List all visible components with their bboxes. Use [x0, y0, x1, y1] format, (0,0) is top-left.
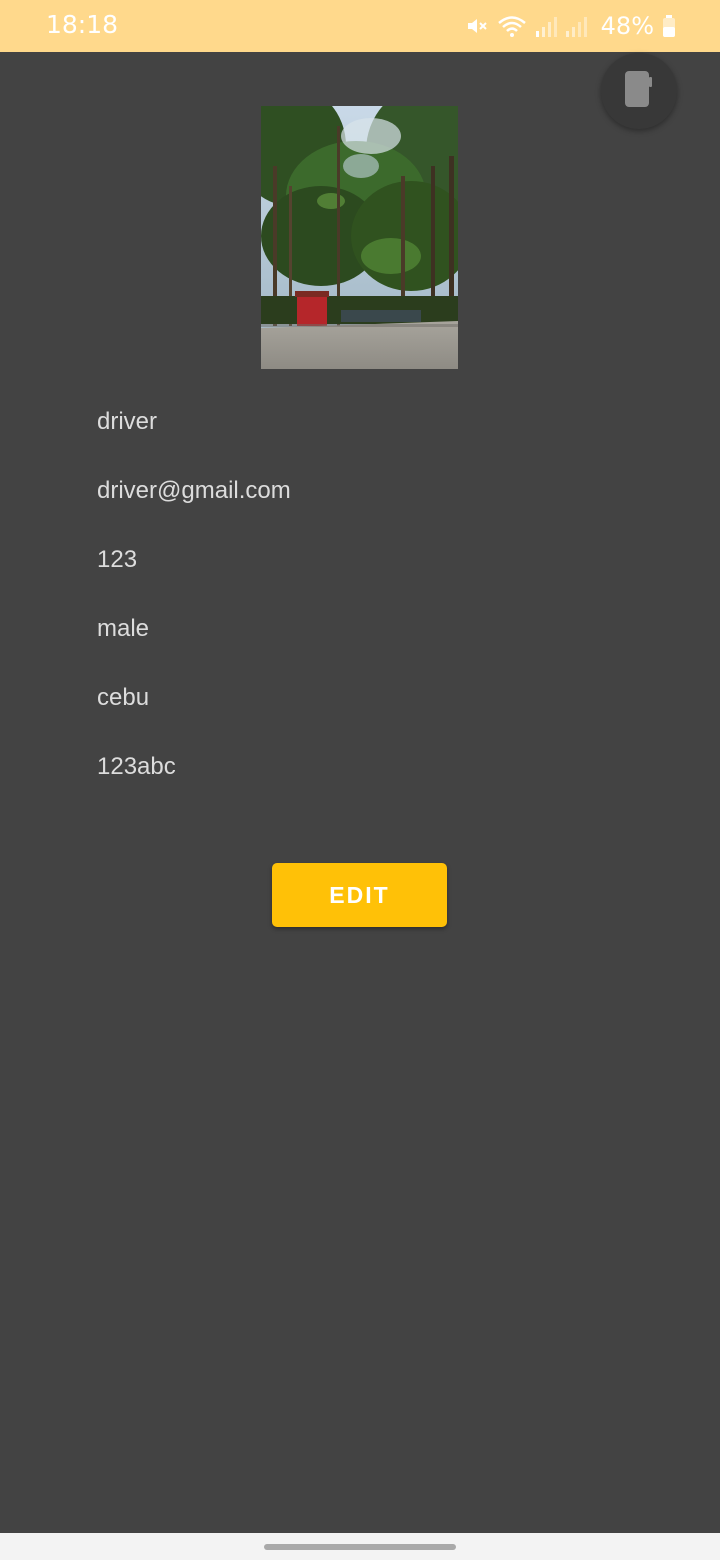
home-gesture-handle[interactable]	[264, 1544, 456, 1550]
screen-rotate-button[interactable]	[601, 53, 677, 129]
battery-icon	[662, 14, 676, 38]
status-icons: 48%	[465, 12, 676, 40]
status-time: 18:18	[46, 10, 119, 39]
profile-name: driver	[97, 408, 158, 435]
edit-button[interactable]: EDIT	[272, 863, 447, 927]
battery-percentage: 48%	[600, 12, 654, 40]
profile-gender: male	[97, 615, 150, 642]
signal-icon	[565, 14, 587, 38]
signal-icon	[535, 14, 557, 38]
screen-rotate-icon	[623, 69, 655, 114]
navigation-bar	[0, 1533, 720, 1560]
profile-plate-number: 123abc	[97, 753, 176, 780]
status-bar: 18:18 48%	[0, 0, 720, 52]
profile-email: driver@gmail.com	[97, 477, 291, 504]
mute-icon	[465, 14, 489, 38]
wifi-icon	[497, 14, 527, 38]
profile-address: cebu	[97, 684, 150, 711]
profile-photo	[261, 106, 458, 369]
profile-phone: 123	[97, 546, 138, 573]
